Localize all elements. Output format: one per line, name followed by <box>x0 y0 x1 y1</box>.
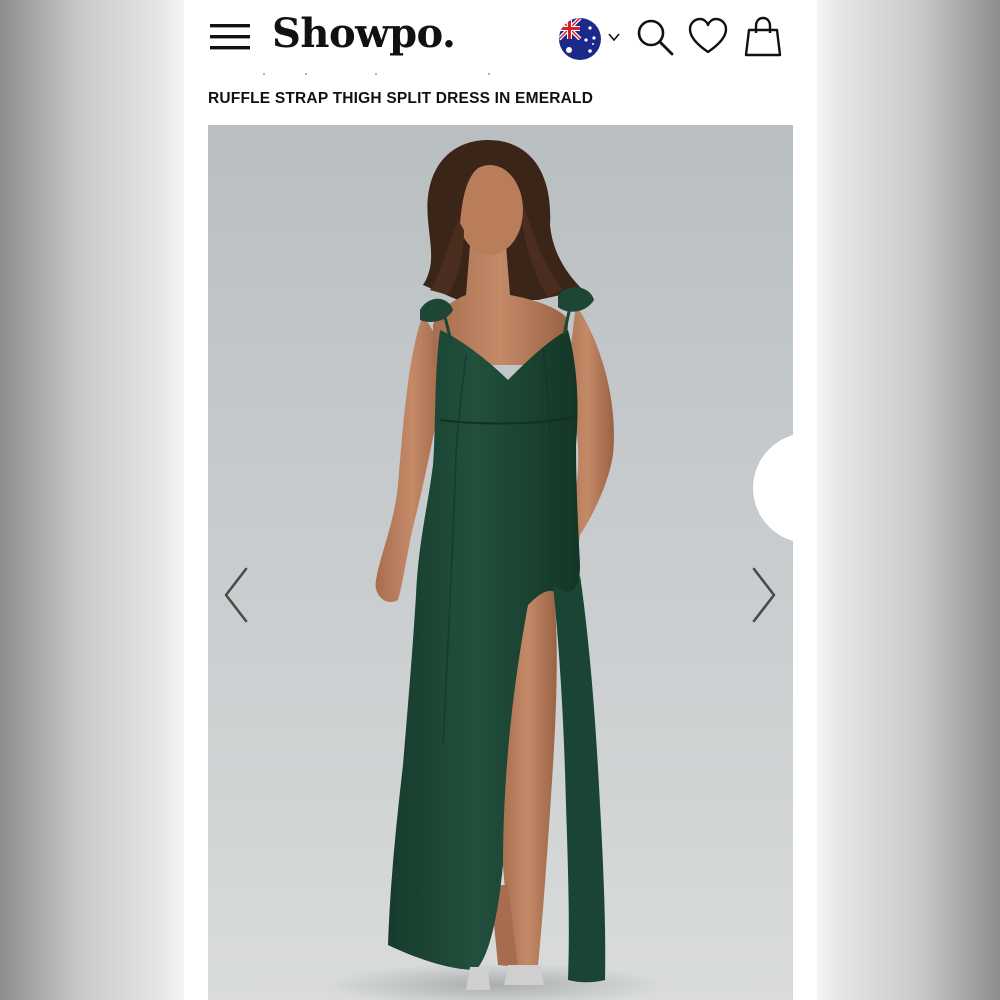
hamburger-menu-icon[interactable] <box>210 22 252 52</box>
product-image-gallery[interactable] <box>208 125 793 1000</box>
mobile-page: Showpo. RUFFLE STRAP THIGH SPLIT DRESS I… <box>184 0 817 1000</box>
search-icon[interactable] <box>634 16 676 58</box>
breadcrumb <box>263 73 490 75</box>
shopping-bag-icon[interactable] <box>742 16 784 58</box>
australia-flag-icon[interactable] <box>559 18 601 60</box>
product-photo <box>323 140 663 1000</box>
chevron-down-icon[interactable] <box>607 30 621 44</box>
site-header: Showpo. <box>184 0 817 78</box>
brand-logo[interactable]: Showpo. <box>272 10 456 57</box>
heart-icon[interactable] <box>687 16 729 58</box>
chevron-right-icon[interactable] <box>748 565 780 625</box>
product-title: RUFFLE STRAP THIGH SPLIT DRESS IN EMERAL… <box>208 90 594 107</box>
chevron-left-icon[interactable] <box>220 565 252 625</box>
